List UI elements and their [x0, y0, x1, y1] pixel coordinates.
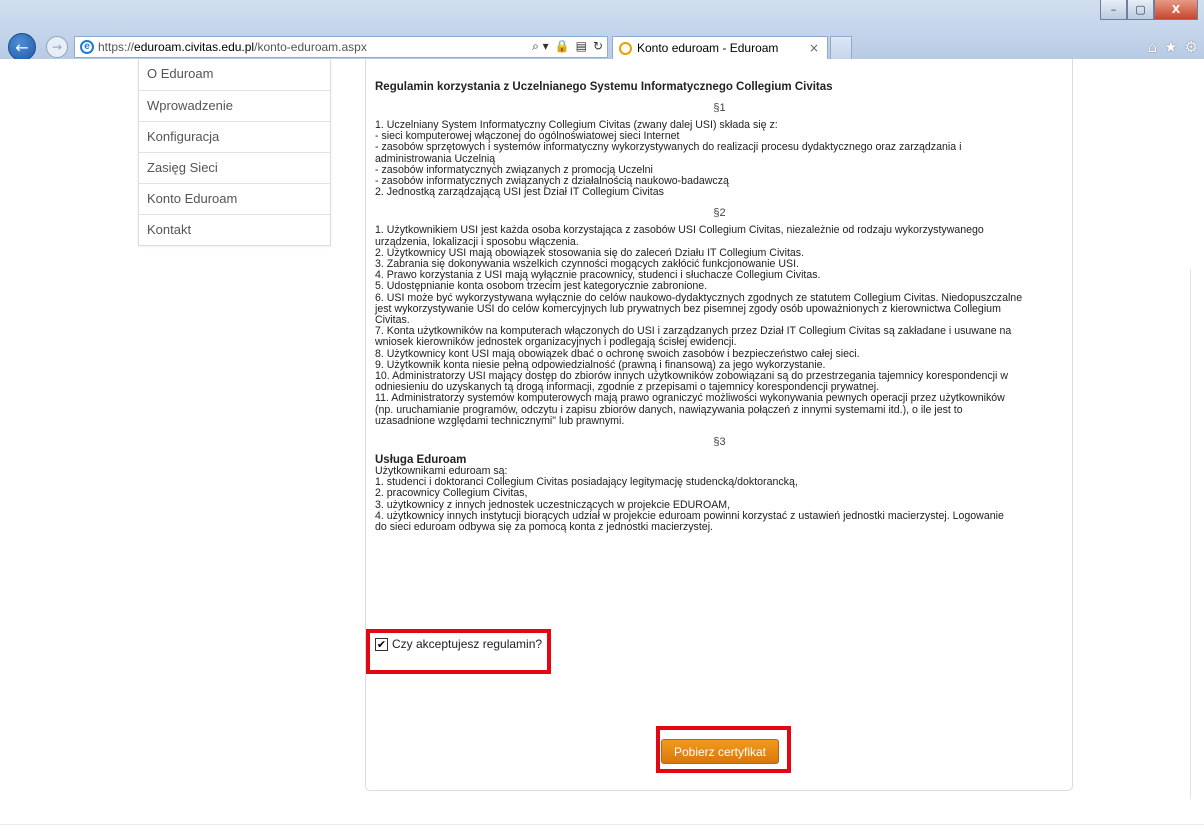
minimize-button[interactable]: – [1100, 0, 1127, 20]
rule-line: jest wykorzystywanie USI do celów komerc… [375, 302, 1001, 315]
section-1-mark: §1 [713, 102, 726, 114]
browser-toolbar: – ▢ X ← → e https://eduroam.civitas.edu.… [0, 0, 1204, 61]
arrow-right-icon: → [51, 40, 63, 54]
tab-title: Konto eduroam - Eduroam [637, 41, 779, 55]
section-2-body: 1. Użytkownikiem USI jest każda osoba ko… [375, 225, 1064, 427]
lock-icon[interactable]: 🔒 [555, 39, 570, 54]
url-scheme: https:// [98, 40, 135, 54]
sidebar-item-o-eduroam[interactable]: O Eduroam [139, 59, 330, 90]
rule-line: 5. Udostępnianie konta osobom trzecim je… [375, 280, 708, 293]
rule-line: 2. Jednostką zarządzającą USI jest Dział… [375, 186, 664, 199]
page-title: Regulamin korzystania z Uczelnianego Sys… [375, 81, 833, 93]
browser-tab[interactable]: Konto eduroam - Eduroam × [612, 36, 828, 59]
url-domain: eduroam.civitas.edu.pl [134, 40, 255, 54]
footer-divider [0, 824, 1204, 825]
rule-line: do sieci eduroam odbywa się za pomocą ko… [375, 521, 713, 534]
gear-icon[interactable]: ⚙ [1185, 38, 1198, 56]
sidebar-item-konto-eduroam[interactable]: Konto Eduroam [139, 183, 330, 214]
rule-line: 1. Użytkownikiem USI jest każda osoba ko… [375, 224, 984, 237]
section-3-body: Usługa Eduroam Użytkownikami eduroam są:… [375, 454, 1064, 533]
forward-button[interactable]: → [46, 36, 68, 58]
page-viewport: O Eduroam Wprowadzenie Konfiguracja Zasi… [0, 59, 1204, 829]
arrow-left-icon: ← [15, 37, 29, 57]
maximize-button[interactable]: ▢ [1127, 0, 1154, 20]
rule-line: wniosek kierowników jednostek organizacy… [375, 336, 737, 349]
window-controls: – ▢ X [1100, 0, 1198, 20]
section-2-mark: §2 [713, 207, 726, 220]
url-path: /konto-eduroam.aspx [254, 40, 367, 54]
sidebar-item-konfiguracja[interactable]: Konfiguracja [139, 121, 330, 152]
address-tools: ⌕ ▾ 🔒 ▤ ↻ [532, 39, 603, 54]
address-bar[interactable]: e https://eduroam.civitas.edu.pl/konto-e… [74, 36, 608, 58]
rule-line: - zasobów sprzętowych i systemów informa… [375, 141, 962, 154]
sidebar-item-zasieg-sieci[interactable]: Zasięg Sieci [139, 152, 330, 183]
section-3-mark: §3 [713, 436, 726, 449]
home-icon[interactable]: ⌂ [1148, 38, 1158, 56]
search-dropdown-icon[interactable]: ⌕ ▾ [532, 39, 549, 54]
refresh-icon[interactable]: ↻ [593, 39, 603, 54]
compat-view-icon[interactable]: ▤ [576, 39, 587, 54]
tab-favicon-icon [619, 41, 632, 55]
rule-line: 11. Administratorzy systemów komputerowy… [375, 392, 1005, 405]
tab-close-icon[interactable]: × [809, 41, 819, 55]
highlight-box-download [656, 726, 791, 773]
sidebar-nav: O Eduroam Wprowadzenie Konfiguracja Zasi… [138, 59, 331, 246]
close-window-button[interactable]: X [1154, 0, 1198, 20]
section-1-body: 1. Uczelniany System Informatyczny Colle… [375, 119, 1064, 199]
rule-line: 2. pracownicy Collegium Civitas, [375, 487, 528, 500]
new-tab-button[interactable] [830, 36, 852, 59]
sidebar-item-kontakt[interactable]: Kontakt [139, 214, 330, 245]
ie-icon: e [80, 40, 94, 54]
rule-line: uzasadnione względami technicznymi" lub … [375, 414, 625, 427]
back-button[interactable]: ← [8, 33, 36, 61]
browser-right-icons: ⌂ ★ ⚙ [1148, 38, 1198, 56]
highlight-box-accept [366, 629, 551, 674]
main-panel: Regulamin korzystania z Uczelnianego Sys… [365, 59, 1073, 791]
favorites-star-icon[interactable]: ★ [1164, 38, 1177, 56]
scrollbar[interactable] [1190, 269, 1204, 799]
sidebar-item-wprowadzenie[interactable]: Wprowadzenie [139, 90, 330, 121]
